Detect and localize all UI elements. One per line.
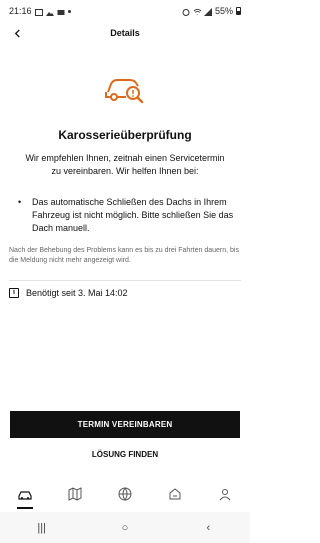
notification-icon [34,8,43,16]
tab-bar [0,476,250,512]
system-back-button[interactable]: ‹ [193,518,223,538]
tab-globe[interactable] [105,479,145,509]
back-icon: ‹ [206,521,211,534]
info-icon: i [9,288,19,298]
globe-icon [118,487,132,501]
app-header: Details [0,22,250,44]
battery-percent: 55% [214,6,233,16]
page-title: Details [110,28,140,38]
wifi-icon [193,8,202,15]
recent-apps-icon: ||| [37,521,46,534]
system-navigation: ||| ○ ‹ [0,512,250,543]
recent-apps-button[interactable]: ||| [27,518,57,538]
map-icon [68,487,82,501]
signal-icon [203,7,212,16]
tab-profile[interactable] [205,479,245,509]
mail-icon [57,8,65,15]
divider [9,280,241,281]
tab-map[interactable] [55,479,95,509]
profile-icon [219,489,231,501]
car-icon [18,491,32,500]
tab-car[interactable] [5,479,45,509]
chevron-left-icon [14,28,20,38]
image-icon [45,8,54,16]
issue-bullets: Das automatische Schließen des Dachs in … [18,196,238,235]
battery-icon [236,7,241,15]
alarm-icon [182,8,190,16]
home-button[interactable]: ○ [110,518,140,538]
more-notifications-icon [67,9,71,13]
tab-service[interactable] [155,479,195,509]
status-right: 55% [182,6,241,16]
back-button[interactable] [8,24,26,42]
find-solution-button[interactable]: LÖSUNG FINDEN [10,445,240,463]
issue-title: Karosserieüberprüfung [58,128,192,142]
book-appointment-button[interactable]: TERMIN VEREINBAREN [10,411,240,438]
home-icon: ○ [121,521,129,534]
service-icon [169,488,181,500]
car-search-icon [104,70,146,108]
status-bar: 21:16 55% [0,0,250,22]
issue-bullet: Das automatische Schließen des Dachs in … [18,196,238,235]
info-row: i Benötigt seit 3. Mai 14:02 [9,288,128,298]
issue-intro: Wir empfehlen Ihnen, zeitnah einen Servi… [25,153,225,176]
status-time: 21:16 [9,6,32,16]
info-text: Benötigt seit 3. Mai 14:02 [26,288,128,298]
issue-note: Nach der Behebung des Problems kann es b… [9,247,239,264]
status-left: 21:16 [9,6,71,16]
